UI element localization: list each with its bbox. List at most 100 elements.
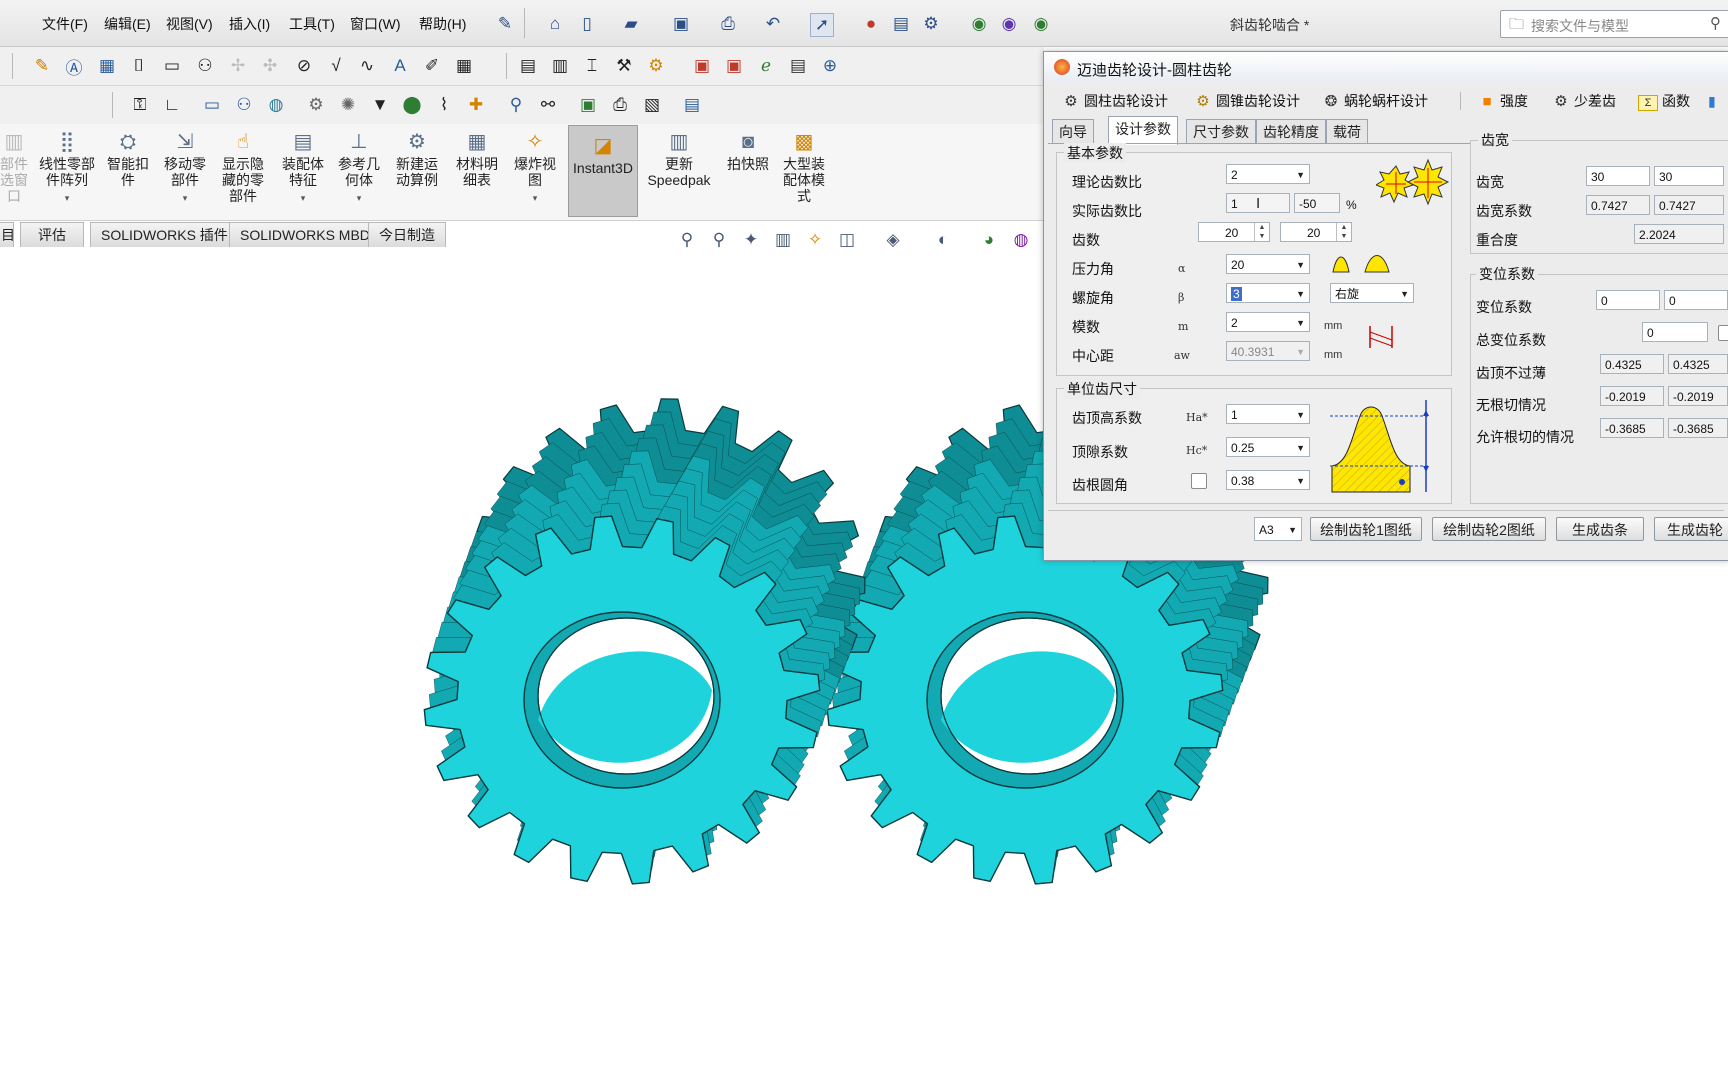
shift-coef2-field[interactable]: 0 bbox=[1664, 290, 1728, 310]
undo-icon[interactable]: ↶ bbox=[762, 13, 784, 35]
weld-symbol-icon[interactable]: √ bbox=[324, 54, 348, 78]
draw-gear1-button[interactable]: 绘制齿轮1图纸 bbox=[1310, 517, 1422, 541]
network-icon[interactable]: ⚇ bbox=[232, 93, 256, 117]
hole-table-icon[interactable]: ▤ bbox=[516, 54, 540, 78]
zoom-area-icon[interactable]: ⚲ bbox=[708, 229, 730, 251]
menu-help[interactable]: 帮助(H) bbox=[419, 14, 466, 34]
pen-icon[interactable]: ✐ bbox=[420, 54, 444, 78]
surface-finish-icon[interactable]: ⊘ bbox=[292, 54, 316, 78]
tab-size-params[interactable]: 尺寸参数 bbox=[1186, 119, 1256, 144]
total-shift-checkbox[interactable] bbox=[1718, 325, 1728, 341]
cmd-component[interactable]: ▥ 部件 选窗 口 bbox=[0, 130, 28, 204]
book-icon[interactable]: ▥ bbox=[548, 54, 572, 78]
face-width1-field[interactable]: 30 bbox=[1586, 166, 1650, 186]
tab-evaluate[interactable]: 评估 bbox=[20, 222, 84, 247]
annotation-icon[interactable]: Ⓐ bbox=[62, 54, 86, 78]
scene-icon[interactable]: ◍ bbox=[1010, 229, 1032, 251]
menu-window[interactable]: 窗口(W) bbox=[350, 14, 401, 34]
cmd-show-hidden[interactable]: ☝ 显示隐 藏的零 部件 bbox=[216, 130, 270, 204]
display-style-icon[interactable]: ◈ bbox=[882, 229, 904, 251]
tab-design-params[interactable]: 设计参数 bbox=[1108, 116, 1178, 145]
spline-icon[interactable]: ∿ bbox=[355, 54, 379, 78]
gear2-icon[interactable]: ✺ bbox=[336, 93, 360, 117]
hide-show-icon[interactable]: ◐ bbox=[932, 229, 954, 251]
search-box[interactable]: 🗀 搜索文件与模型 ⚲ bbox=[1500, 10, 1728, 38]
cog-icon[interactable]: ⚙ bbox=[304, 93, 328, 117]
cmd-move-component[interactable]: ⇲ 移动零 部件 ▾ bbox=[160, 130, 210, 206]
axis-icon[interactable]: ∟ bbox=[160, 93, 184, 117]
search-icon[interactable]: ⚲ bbox=[1710, 14, 1721, 32]
tools-icon[interactable]: ⚙ bbox=[644, 54, 668, 78]
tab-worm-gear[interactable]: ❂ 蜗轮蜗杆设计 bbox=[1322, 87, 1428, 115]
fillet-checkbox[interactable] bbox=[1191, 473, 1207, 489]
centerline-icon[interactable]: ✢ bbox=[226, 54, 250, 78]
appearance-icon[interactable]: ◕ bbox=[978, 229, 1000, 251]
menu-file[interactable]: 文件(F) bbox=[42, 14, 88, 34]
monitor-icon[interactable]: ▭ bbox=[200, 93, 224, 117]
center-mark-icon[interactable]: ✣ bbox=[258, 54, 282, 78]
cmd-speedpak[interactable]: ▥ 更新 Speedpak bbox=[646, 130, 712, 188]
menu-view[interactable]: 视图(V) bbox=[166, 14, 213, 34]
fillet-select[interactable]: 0.38 ▼ bbox=[1226, 470, 1310, 490]
draw-gear2-button[interactable]: 绘制齿轮2图纸 bbox=[1432, 517, 1546, 541]
chevron-down-icon[interactable]: ▾ bbox=[334, 190, 384, 206]
tab-partial[interactable]: 目 bbox=[0, 222, 15, 247]
teeth1-spinner[interactable]: 20 ▲ ▼ bbox=[1198, 222, 1270, 242]
chevron-down-icon[interactable]: ▾ bbox=[36, 190, 98, 206]
dynamic-annotation-icon[interactable]: ✧ bbox=[804, 229, 826, 251]
cmd-exploded-view[interactable]: ✧ 爆炸视 图 ▾ bbox=[510, 130, 560, 206]
chevron-down-icon[interactable]: ▾ bbox=[160, 190, 210, 206]
mirror-icon[interactable]: ⌶ bbox=[580, 54, 604, 78]
section-view-icon[interactable]: ▥ bbox=[772, 229, 794, 251]
cmd-linear-pattern[interactable]: ⣿ 线性零部 件阵列 ▾ bbox=[36, 130, 98, 206]
excel-icon[interactable]: ▣ bbox=[576, 93, 600, 117]
shift-coef1-field[interactable]: 0 bbox=[1596, 290, 1660, 310]
cmd-motion-study[interactable]: ⚙ 新建运 动算例 bbox=[392, 130, 442, 188]
cmd-instant3d[interactable]: ◪ Instant3D bbox=[568, 125, 638, 217]
step-export-icon[interactable]: ▤ bbox=[786, 54, 810, 78]
helix-direction-select[interactable]: 右旋 ▼ bbox=[1330, 283, 1414, 303]
ratio-select[interactable]: 2 ▼ bbox=[1226, 164, 1310, 184]
dimension-icon[interactable]: ⌷ bbox=[127, 54, 151, 78]
print-icon[interactable]: ⎙ bbox=[717, 13, 739, 35]
puzzle-icon[interactable]: ✚ bbox=[464, 93, 488, 117]
export-red-icon[interactable]: ▣ bbox=[690, 54, 714, 78]
pin-icon[interactable]: ✎ bbox=[494, 13, 516, 35]
paper-size-select[interactable]: A3 ▼ bbox=[1254, 517, 1302, 541]
view-orientation-icon[interactable]: ◫ bbox=[836, 229, 858, 251]
file-properties-icon[interactable]: ▤ bbox=[890, 13, 912, 35]
zoom-icon[interactable]: ⚲ bbox=[504, 93, 528, 117]
menu-tools[interactable]: 工具(T) bbox=[289, 14, 335, 34]
tab-small-diff-gear[interactable]: ⚙ 少差齿 bbox=[1552, 87, 1616, 115]
bowl-icon[interactable]: ▼ bbox=[368, 93, 392, 117]
cmd-assembly-feature[interactable]: ▤ 装配体 特征 ▾ bbox=[278, 130, 328, 206]
binoculars-icon[interactable]: ⚯ bbox=[536, 93, 560, 117]
spin-arrows-icon[interactable]: ▲ ▼ bbox=[1254, 223, 1269, 241]
tab-today-manufacturing[interactable]: 今日制造 bbox=[368, 222, 446, 247]
new-document-icon[interactable]: ▯ bbox=[576, 13, 598, 35]
tab-wizard[interactable]: 向导 bbox=[1052, 119, 1094, 144]
cmd-smart-fastener[interactable]: ⛭ 智能扣 件 bbox=[104, 130, 152, 188]
cmd-large-assembly[interactable]: ▩ 大型装 配体模 式 bbox=[776, 130, 832, 204]
spring-icon[interactable]: ⌇ bbox=[432, 93, 456, 117]
tab-solidworks-mbd[interactable]: SOLIDWORKS MBD bbox=[229, 222, 381, 247]
dialog-titlebar[interactable]: 迈迪齿轮设计-圆柱齿轮 bbox=[1044, 52, 1728, 82]
tab-solidworks-addins[interactable]: SOLIDWORKS 插件 bbox=[90, 222, 239, 247]
cmd-snapshot[interactable]: ◙ 拍快照 bbox=[722, 130, 774, 172]
addin-purple-icon[interactable]: ◉ bbox=[998, 13, 1020, 35]
face-width2-field[interactable]: 30 bbox=[1654, 166, 1724, 186]
search-input[interactable]: 搜索文件与模型 bbox=[1531, 16, 1629, 36]
cmd-bom[interactable]: ▦ 材料明 细表 bbox=[452, 130, 502, 188]
generate-rack-button[interactable]: 生成齿条 bbox=[1556, 517, 1644, 541]
target-icon[interactable]: ⊕ bbox=[818, 54, 842, 78]
total-shift-field[interactable]: 0 bbox=[1642, 322, 1708, 342]
helix-angle-select[interactable]: 3 ▼ bbox=[1226, 283, 1310, 303]
chevron-down-icon[interactable]: ▾ bbox=[278, 190, 328, 206]
key-icon[interactable]: ⚿ bbox=[128, 93, 152, 117]
printer-icon[interactable]: ⎙ bbox=[608, 93, 632, 117]
document-icon[interactable]: ▤ bbox=[680, 93, 704, 117]
home-icon[interactable]: ⌂ bbox=[544, 13, 566, 35]
tab-load[interactable]: 载荷 bbox=[1326, 119, 1368, 144]
zoom-to-fit-icon[interactable]: ⚲ bbox=[676, 229, 698, 251]
select-cursor-icon[interactable]: ➚ bbox=[810, 13, 834, 37]
